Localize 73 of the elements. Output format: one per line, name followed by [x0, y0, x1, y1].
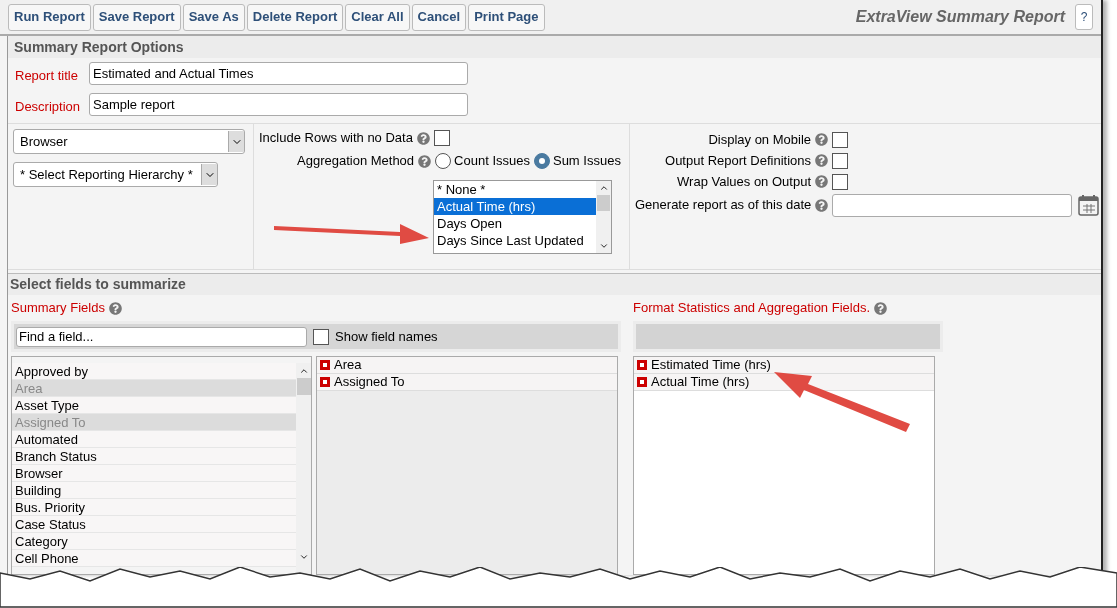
help-icon[interactable] — [108, 301, 122, 315]
field-list-item[interactable]: Branch Status — [12, 448, 296, 465]
radio-label: Sum Issues — [552, 152, 621, 171]
field-list-item[interactable]: Asset Type — [12, 397, 296, 414]
radio-button[interactable] — [435, 153, 452, 169]
help-icon[interactable] — [815, 175, 828, 188]
dropdown[interactable]: * Select Reporting Hierarchy * — [13, 162, 218, 187]
field-list-item[interactable]: Case Status — [12, 516, 296, 533]
text-field[interactable]: Sample report — [89, 93, 468, 116]
chevron-down-icon[interactable] — [598, 241, 609, 251]
scrollbar-thumb[interactable] — [597, 195, 610, 211]
field-list-item[interactable]: Automated — [12, 431, 296, 448]
chevron-up-icon[interactable] — [598, 183, 609, 193]
toolbar-button[interactable]: Clear All — [345, 3, 410, 31]
scrollbar[interactable] — [296, 363, 311, 574]
field-list-item[interactable]: Bus. Priority — [12, 499, 296, 516]
scrollbar[interactable] — [596, 181, 611, 253]
radio-button[interactable] — [533, 153, 550, 169]
checkbox[interactable] — [433, 130, 450, 146]
list-option[interactable]: Days Open — [434, 215, 596, 232]
field-list-item[interactable]: Building — [12, 482, 296, 499]
remove-icon[interactable] — [320, 377, 330, 387]
option-label: Output Report Definitions — [665, 151, 811, 170]
field-list-item[interactable]: Category — [12, 533, 296, 550]
chevron-down-icon[interactable] — [298, 552, 309, 562]
help-icon[interactable] — [815, 198, 829, 212]
text-field[interactable]: Estimated and Actual Times — [89, 62, 468, 85]
option-label: Wrap Values on Output — [677, 172, 811, 191]
option-label: Include Rows with no Data — [259, 129, 413, 148]
option-label: Generate report as of this date — [635, 196, 812, 215]
section-label: Format Statistics and Aggregation Fields. — [633, 299, 870, 318]
section-label: Summary Fields — [11, 299, 105, 318]
calendar-icon[interactable] — [1078, 194, 1100, 216]
field-list-item[interactable]: Approved by — [12, 363, 296, 380]
help-icon[interactable] — [418, 154, 432, 168]
remove-icon[interactable] — [637, 360, 647, 370]
field-list-item[interactable]: Cell Phone — [12, 550, 296, 567]
date-field[interactable] — [832, 193, 1073, 217]
radio-label: Count Issues — [454, 152, 530, 171]
option-label: Aggregation Method — [297, 152, 415, 171]
toolbar-button[interactable]: Run Report — [8, 3, 91, 31]
chevron-up-icon[interactable] — [298, 366, 309, 376]
toolbar-button[interactable]: Cancel — [411, 3, 467, 31]
help-button[interactable]: ? — [1075, 4, 1093, 30]
checkbox[interactable] — [832, 131, 848, 148]
toolbar-button[interactable]: Print Page — [468, 3, 545, 31]
help-icon[interactable] — [815, 133, 828, 146]
help-icon[interactable] — [416, 131, 430, 145]
dropdown[interactable]: Browser — [13, 129, 245, 154]
checkbox[interactable] — [313, 328, 329, 345]
scrollbar-thumb[interactable] — [296, 378, 311, 395]
list-option[interactable]: Days Since Last Updated — [434, 232, 596, 249]
help-icon[interactable] — [874, 301, 887, 315]
section-header: Summary Report Options — [8, 36, 1101, 58]
list-option[interactable]: Actual Time (hrs) — [434, 198, 596, 215]
chosen-field: Area — [334, 355, 362, 375]
remove-icon[interactable] — [637, 377, 647, 387]
checkbox[interactable] — [832, 152, 848, 169]
checkbox[interactable] — [832, 173, 848, 190]
search-field[interactable]: Find a field... — [16, 326, 307, 347]
list-option[interactable]: * None * — [434, 181, 596, 198]
page-title: ExtraView Summary Report — [855, 7, 1065, 27]
toolbar-button[interactable]: Save As — [182, 3, 245, 31]
help-icon[interactable] — [815, 154, 828, 167]
section-header: Select fields to summarize — [8, 273, 1101, 295]
checkbox-label: Show field names — [335, 327, 438, 346]
field-label: Description — [15, 97, 82, 116]
toolbar-button[interactable]: Delete Report — [246, 3, 344, 31]
toolbar-button[interactable]: Save Report — [92, 3, 181, 31]
field-list-item[interactable]: Browser — [12, 465, 296, 482]
option-label: Display on Mobile — [708, 130, 811, 149]
field-label: Report title — [15, 66, 79, 85]
remove-icon[interactable] — [320, 360, 330, 370]
